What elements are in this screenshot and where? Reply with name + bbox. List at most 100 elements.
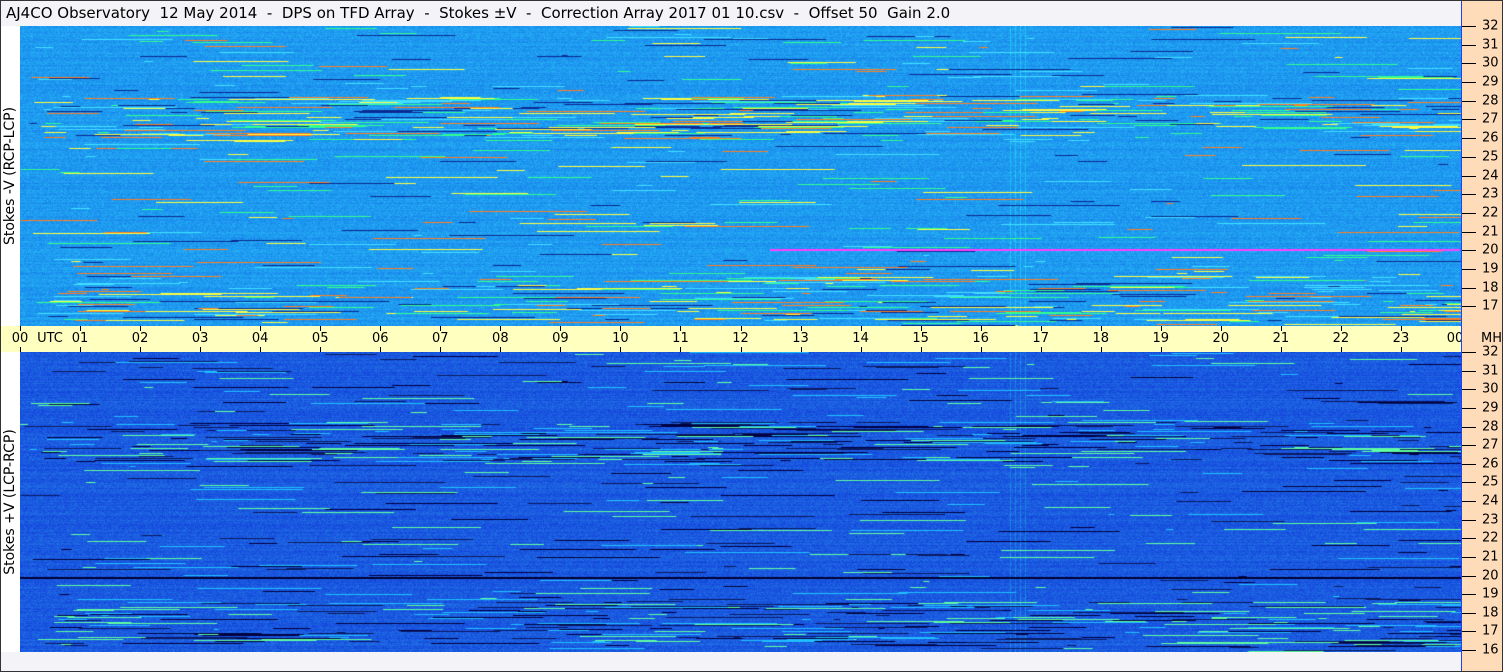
y-tick-label: 16 [1482,642,1499,658]
y-tick-label: 21 [1482,224,1499,240]
x-tick-mark [1220,326,1222,331]
y-tick-mark [1462,26,1476,27]
y-tick-mark [1462,268,1476,270]
x-tick-mark [440,347,442,352]
x-tick-mark [1160,347,1162,352]
x-tick-label: 05 [311,331,329,346]
x-tick-mark [80,347,82,352]
x-tick-label: 15 [912,331,929,346]
x-tick-label: 22 [1332,331,1350,346]
y-tick-mark [1462,306,1476,308]
y-tick-label: 17 [1482,298,1499,314]
y-tick-mark [1462,352,1476,353]
y-tick-label: 20 [1482,242,1499,258]
x-tick-mark [1280,347,1282,352]
frequency-unit-label: MHz [1481,331,1503,346]
y-tick-label: 24 [1482,493,1499,509]
y-tick-label: 21 [1482,549,1499,565]
x-tick-mark [380,347,382,352]
x-tick-label: 02 [131,331,149,346]
x-tick-label: 18 [1092,331,1110,346]
x-tick-mark [800,326,802,331]
y-tick-mark [1462,407,1476,409]
y-tick-label: 31 [1482,363,1499,379]
x-tick-label: 10 [612,331,629,346]
x-tick-mark [1340,347,1342,352]
y-tick-label: 27 [1482,437,1499,453]
y-tick-label: 25 [1482,474,1499,490]
x-tick-label: 16 [972,331,989,346]
x-tick-label: 17 [1032,331,1049,346]
y-tick-label: 29 [1482,74,1499,90]
y-tick-label: 19 [1482,586,1499,602]
y-tick-label: 25 [1482,149,1499,165]
y-tick-mark [1462,156,1476,158]
y-tick-mark [1462,538,1476,540]
y-tick-mark [1462,482,1476,484]
y-tick-mark [1462,594,1476,596]
y-tick-label: 22 [1482,205,1499,221]
x-tick-mark [800,347,802,352]
x-tick-label: 01 [71,331,89,346]
y-tick-mark [1462,612,1476,614]
x-tick-mark [1100,347,1102,352]
y-tick-label: 23 [1482,512,1499,528]
x-tick-label: 20 [1212,331,1230,346]
x-tick-mark [680,326,682,331]
x-tick-mark [680,347,682,352]
x-tick-label: 13 [792,331,809,346]
x-tick-mark [200,326,202,331]
y-tick-label: 28 [1482,419,1499,434]
y-tick-mark [1462,519,1476,521]
spectrogram-bottom-panel [20,352,1461,652]
x-tick-mark [20,347,21,352]
y-tick-mark [1462,287,1476,289]
x-tick-mark [920,347,922,352]
x-tick-mark [1040,326,1042,331]
x-tick-mark [20,326,21,331]
y-tick-label: 18 [1482,605,1499,621]
x-tick-mark [740,347,742,352]
x-tick-label: 04 [251,331,269,346]
x-tick-mark [140,347,142,352]
y-tick-mark [1462,631,1476,633]
y-tick-label: 29 [1482,400,1499,416]
spectrogram-top-panel [20,26,1461,326]
x-tick-mark [1280,326,1282,331]
x-tick-mark [980,347,982,352]
x-tick-label: 08 [492,331,509,346]
x-tick-label: 14 [852,331,869,346]
y-tick-label: 20 [1482,568,1499,583]
x-tick-mark [320,347,322,352]
x-tick-mark [200,347,202,352]
y-tick-label: 28 [1482,93,1499,109]
y-tick-label: 26 [1482,456,1499,472]
x-tick-mark [980,326,982,331]
y-tick-label: 23 [1482,186,1499,202]
y-tick-mark [1462,82,1476,84]
y-tick-label: 26 [1482,130,1499,146]
x-tick-mark [1400,326,1402,331]
x-tick-mark [620,347,622,352]
x-tick-mark [260,326,262,331]
x-tick-mark [860,347,862,352]
x-tick-mark [560,347,562,352]
y-tick-mark [1462,100,1476,102]
time-axis: 00 UTC 01 02 03 04 05 06 07 08 09 10 11 12 13 14 15 16 17 1… [0,326,1463,352]
x-tick-label: 21 [1272,331,1290,346]
y-tick-mark [1462,194,1476,196]
x-tick-label: 19 [1152,331,1170,346]
x-tick-mark [860,326,862,331]
x-tick-label: 11 [672,331,689,346]
y-tick-mark [1462,138,1476,140]
x-tick-mark [1340,326,1342,331]
x-tick-mark [1220,347,1222,352]
y-tick-mark [1462,250,1476,252]
x-tick-mark [140,326,142,331]
y-tick-mark [1462,389,1476,391]
chart-title: AJ4CO Observatory 12 May 2014 - DPS on T… [6,4,951,22]
y-tick-mark [1462,63,1476,65]
y-tick-mark [1462,426,1476,428]
y-tick-label: 19 [1482,261,1499,277]
x-tick-mark [440,326,442,331]
